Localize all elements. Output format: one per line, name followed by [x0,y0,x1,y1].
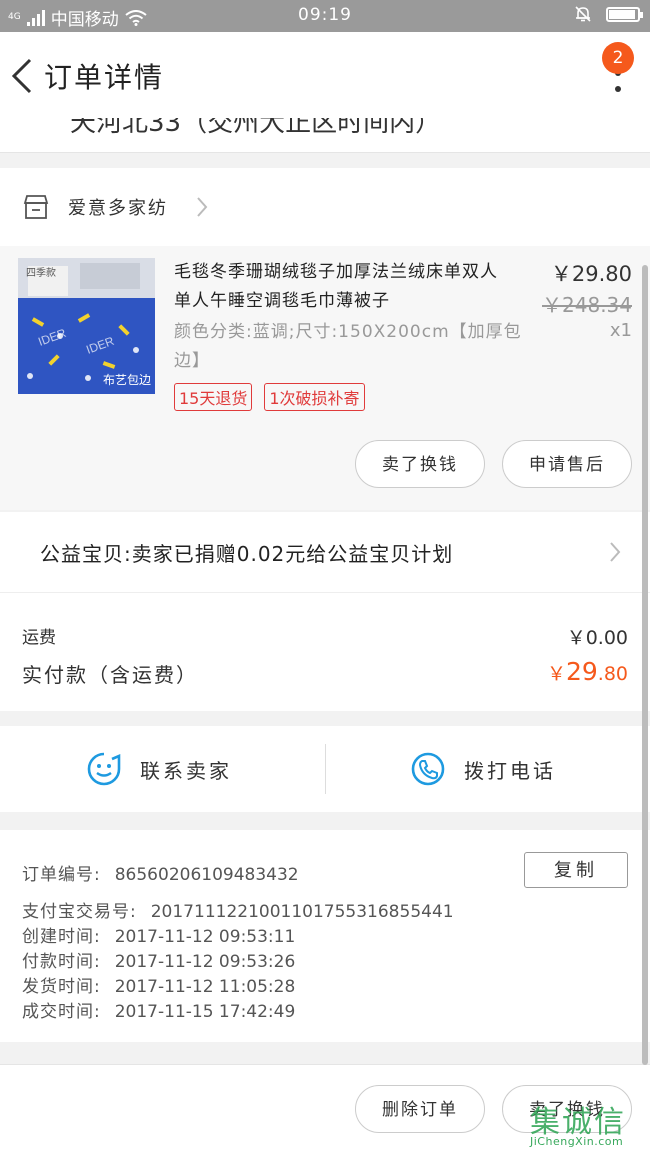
contact-seller-button[interactable]: 联系卖家 [86,726,232,812]
created-row: 创建时间: 2017-11-12 09:53:11 [22,922,295,947]
status-right [574,5,643,23]
paid-currency: ￥ [546,663,566,685]
charity-row[interactable]: 公益宝贝:卖家已捐赠0.02元给公益宝贝计划 [0,512,650,592]
page-title: 订单详情 [44,61,165,94]
order-number-row: 订单编号: 86560206109483432 [22,860,299,885]
watermark-en: JiChengXin.com [530,1135,624,1148]
shop-name: 爱意多家纺 [68,198,168,219]
order-info: 订单编号: 86560206109483432 复制 支付宝交易号: 2017111… [0,830,650,1042]
delete-order-button[interactable]: 删除订单 [355,1085,485,1133]
service-tag: 1次破损补寄 [264,383,365,411]
paid-amount: ￥29.80 [547,657,628,686]
alipay-row: 支付宝交易号: 2017111221001101755316855441 [22,897,454,922]
shop-header[interactable]: 爱意多家纺 [0,168,650,246]
watermark-logo: 集诚信 JiChengXin.com [528,1097,646,1151]
product-price: ￥29.80 [550,262,632,286]
paid-integer: 29 [565,657,598,686]
resell-button[interactable]: 卖了换钱 [355,440,485,488]
original-price: ￥248.34 [542,293,632,317]
chat-face-icon [87,752,121,786]
call-label: 拨打电话 [464,758,556,783]
paid-label: 实付款（含运费） [22,663,198,687]
contact-seller-label: 联系卖家 [140,758,232,783]
product-item[interactable]: IDER IDER 四季款 布艺包边 毛毯冬季珊瑚绒毯子加厚法兰绒床单双人单人午… [0,246,650,510]
paid-time-row: 付款时间: 2017-11-12 09:53:26 [22,947,295,972]
back-arrow-icon[interactable] [8,54,38,98]
notification-badge: 2 [602,42,634,74]
completed-value: 2017-11-15 17:42:49 [114,1002,296,1022]
shipped-value: 2017-11-12 11:05:28 [114,977,296,997]
scrollbar[interactable] [642,265,648,1065]
service-tag: 15天退货 [174,383,253,411]
contact-bar: 联系卖家 拨打电话 [0,726,650,812]
order-number-value: 86560206109483432 [114,865,299,885]
completed-row: 成交时间: 2017-11-15 17:42:49 [22,997,295,1022]
product-name[interactable]: 毛毯冬季珊瑚绒毯子加厚法兰绒床单双人单人午睡空调毯毛巾薄被子 [174,258,504,316]
completed-label: 成交时间: [22,1002,101,1022]
alipay-label: 支付宝交易号: [22,902,137,922]
store-icon [23,195,49,219]
chevron-right-icon [197,197,208,217]
paid-time-label: 付款时间: [22,952,101,972]
copy-button[interactable]: 复制 [524,852,628,888]
battery-icon [606,6,643,22]
charity-text: 公益宝贝:卖家已捐赠0.02元给公益宝贝计划 [40,542,454,566]
paid-time-value: 2017-11-12 09:53:26 [114,952,296,972]
shipping-label: 运费 [22,628,56,648]
mute-bell-icon [575,6,591,22]
chevron-right-icon [610,542,621,562]
phone-icon [411,752,445,786]
payment-summary: 运费 ￥0.00 实付款（含运费） ￥29.80 [0,592,650,711]
contact-divider [325,744,326,794]
paid-decimal: .80 [597,663,628,685]
product-spec: 颜色分类:蓝调;尺寸:150X200cm【加厚包边】 [174,322,522,371]
created-label: 创建时间: [22,927,101,947]
product-image[interactable]: IDER IDER 四季款 布艺包边 [18,258,155,394]
image-caption: 布艺包边 [102,373,151,387]
product-quantity: x1 [609,320,632,341]
order-number-label: 订单编号: [22,865,101,885]
shipped-label: 发货时间: [22,977,101,997]
shipped-row: 发货时间: 2017-11-12 11:05:28 [22,972,295,997]
status-bar: 4G 中国移动 09:19 [0,0,650,32]
call-button[interactable]: 拨打电话 [410,726,556,812]
alipay-value: 2017111221001101755316855441 [150,902,454,922]
shipping-value: ￥0.00 [566,627,628,649]
service-tags: 15天退货 1次破损补寄 [174,383,365,411]
status-time: 09:19 [298,5,352,25]
created-value: 2017-11-12 09:53:11 [114,927,296,947]
after-sale-button[interactable]: 申请售后 [502,440,632,488]
address-peek: 天河北33（交州大正区时间内） [0,118,650,153]
image-tag: 四季款 [26,268,56,279]
nav-bar: 订单详情 2 [0,32,650,118]
address-text: 天河北33（交州大正区时间内） [70,118,442,138]
